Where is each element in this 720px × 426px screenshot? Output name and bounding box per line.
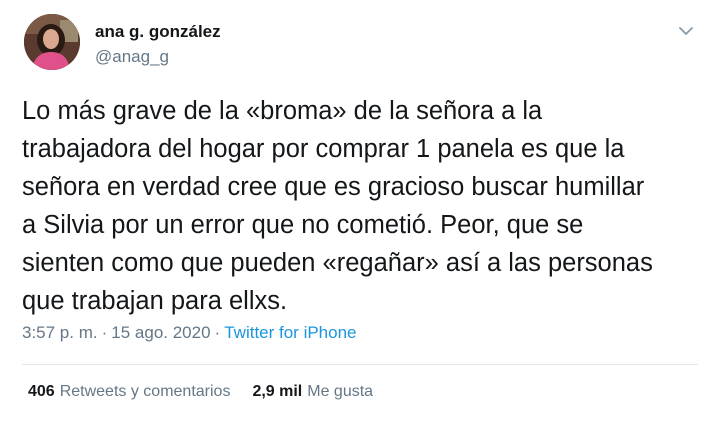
likes-count: 2,9 mil — [252, 383, 303, 400]
tweet-text: Lo más grave de la «broma» de la señora … — [22, 92, 712, 320]
retweets-count: 406 — [28, 383, 55, 400]
tweet-text-line: trabajadora del hogar por comprar 1 pane… — [22, 135, 625, 163]
author-name[interactable]: ana g. gonzález — [95, 22, 221, 42]
retweets-stat[interactable]: 406 Retweets y comentarios — [28, 383, 230, 401]
tweet-date[interactable]: 15 ago. 2020 — [111, 323, 210, 342]
tweet-source-link[interactable]: Twitter for iPhone — [224, 323, 356, 342]
likes-label: Me gusta — [307, 383, 374, 400]
tweet-text-line: que trabajan para ellxs. — [22, 287, 288, 315]
tweet-text-line: sienten como que pueden «regañar» así a … — [22, 249, 653, 277]
retweets-label: Retweets y comentarios — [59, 383, 231, 400]
tweet-text-line: a Silvia por un error que no cometió. Pe… — [22, 211, 584, 239]
tweet-time[interactable]: 3:57 p. m. — [22, 323, 98, 342]
meta-separator: · — [101, 323, 108, 342]
chevron-down-icon[interactable] — [676, 24, 696, 38]
divider — [22, 364, 698, 365]
tweet-card: ana g. gonzález @anag_g Lo más grave de … — [0, 0, 720, 426]
tweet-stats: 406 Retweets y comentarios 2,9 mil Me gusta — [28, 383, 373, 401]
tweet-text-line: señora en verdad cree que es gracioso bu… — [22, 173, 645, 201]
avatar-image — [24, 14, 80, 70]
author-handle[interactable]: @anag_g — [95, 47, 169, 67]
likes-stat[interactable]: 2,9 mil Me gusta — [252, 383, 373, 401]
tweet-meta: 3:57 p. m. · 15 ago. 2020 · Twitter for iPho… — [22, 323, 357, 343]
meta-separator: · — [214, 323, 221, 342]
avatar[interactable] — [24, 14, 80, 70]
tweet-text-line: Lo más grave de la «broma» de la señora … — [22, 97, 543, 125]
